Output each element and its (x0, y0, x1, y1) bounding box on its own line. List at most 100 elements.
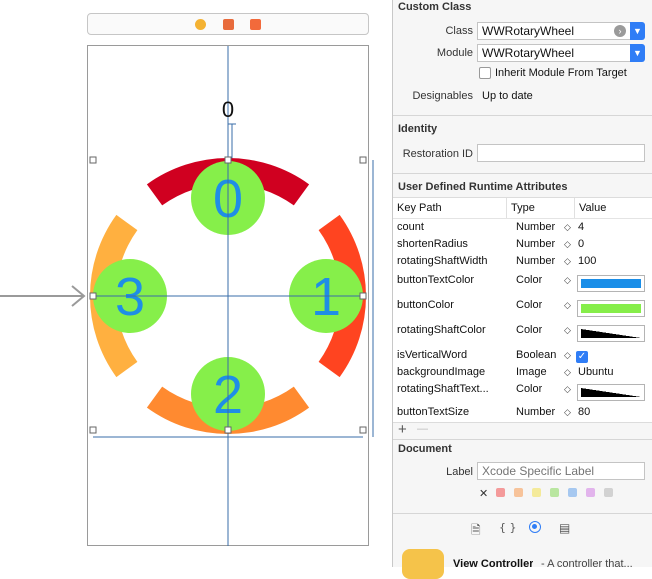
color-well[interactable] (577, 384, 645, 401)
resize-handle[interactable] (89, 292, 97, 300)
type-stepper-icon[interactable]: ◇ (564, 275, 571, 286)
label-color-swatch[interactable] (496, 488, 505, 497)
class-field[interactable]: WWRotaryWheel (477, 22, 631, 40)
table-row[interactable]: rotatingShaftWidth Number ◇ 100 (393, 255, 652, 272)
resize-handle[interactable] (359, 156, 367, 164)
wheel-button-label: 3 (115, 267, 145, 327)
value-cell[interactable]: 80 (578, 406, 590, 418)
type-cell[interactable]: Boolean (516, 349, 556, 361)
type-cell[interactable]: Color (516, 383, 542, 395)
type-cell[interactable]: Number (516, 221, 555, 233)
class-label: Class (445, 25, 473, 37)
type-cell[interactable]: Image (516, 366, 547, 378)
resize-handle[interactable] (224, 426, 232, 434)
table-row[interactable]: rotatingShaftColor Color ◇ (393, 322, 652, 346)
class-dropdown-button[interactable]: ▼ (630, 22, 645, 40)
document-title: Document (398, 443, 452, 455)
type-stepper-icon[interactable]: ◇ (564, 325, 571, 336)
table-row[interactable]: count Number ◇ 4 (393, 221, 652, 238)
label-color-swatch[interactable] (586, 488, 595, 497)
storyboard-canvas[interactable]: 0 0123 (0, 0, 392, 567)
value-cell[interactable]: 0 (578, 238, 584, 250)
section-separator (393, 115, 652, 116)
module-field[interactable]: WWRotaryWheel (477, 44, 631, 62)
color-swatch-fill (581, 388, 641, 397)
key-path-cell[interactable]: isVerticalWord (397, 349, 467, 361)
color-swatch-fill (581, 279, 641, 288)
remove-color-label-icon[interactable]: ✕ (479, 487, 488, 500)
type-cell[interactable]: Number (516, 255, 555, 267)
resize-handle[interactable] (359, 292, 367, 300)
key-path-cell[interactable]: count (397, 221, 424, 233)
runtime-attributes-table: Key Path Type Value count Number ◇ 4 sho… (393, 197, 652, 423)
library-icon[interactable]: ▤ (559, 521, 570, 535)
add-attribute-button[interactable]: + (398, 421, 407, 438)
identity-icon[interactable] (529, 521, 541, 533)
remove-attribute-button[interactable]: — (417, 423, 428, 435)
type-stepper-icon[interactable]: ◇ (564, 222, 571, 233)
key-path-cell[interactable]: buttonTextColor (397, 274, 474, 286)
module-dropdown-button[interactable]: ▼ (630, 44, 645, 62)
color-well[interactable] (577, 300, 645, 317)
type-stepper-icon[interactable]: ◇ (564, 256, 571, 267)
designables-value: Up to date (482, 90, 533, 102)
label-color-swatch[interactable] (568, 488, 577, 497)
resize-handle[interactable] (359, 426, 367, 434)
color-swatch-fill (581, 304, 641, 313)
value-cell[interactable]: Ubuntu (578, 366, 613, 378)
type-stepper-icon[interactable]: ◇ (564, 407, 571, 418)
top-label: 0 (222, 97, 234, 122)
key-path-cell[interactable]: shortenRadius (397, 238, 468, 250)
type-stepper-icon[interactable]: ◇ (564, 350, 571, 361)
header-value[interactable]: Value (579, 202, 606, 214)
table-row[interactable]: shortenRadius Number ◇ 0 (393, 238, 652, 255)
type-stepper-icon[interactable]: ◇ (564, 384, 571, 395)
doc-label-field[interactable] (477, 462, 645, 480)
color-well[interactable] (577, 275, 645, 292)
type-stepper-icon[interactable]: ◇ (564, 239, 571, 250)
value-cell[interactable]: 100 (578, 255, 596, 267)
key-path-cell[interactable]: backgroundImage (397, 366, 485, 378)
key-path-cell[interactable]: rotatingShaftColor (397, 324, 486, 336)
type-cell[interactable]: Number (516, 238, 555, 250)
table-row[interactable]: buttonTextColor Color ◇ (393, 272, 652, 296)
type-cell[interactable]: Color (516, 274, 542, 286)
library-item-view-controller[interactable]: View Controller - A controller that... (393, 541, 652, 579)
table-row[interactable]: rotatingShaftText... Color ◇ (393, 381, 652, 405)
type-cell[interactable]: Number (516, 406, 555, 418)
key-path-cell[interactable]: rotatingShaftWidth (397, 255, 488, 267)
table-row[interactable]: isVerticalWord Boolean ◇ ✓ (393, 349, 652, 366)
doc-label-label: Label (446, 466, 473, 478)
identity-title: Identity (398, 123, 438, 135)
restoration-id-field[interactable] (477, 144, 645, 162)
runtime-attributes-title: User Defined Runtime Attributes (398, 181, 568, 193)
header-type[interactable]: Type (511, 202, 535, 214)
resize-handle[interactable] (89, 156, 97, 164)
resize-handle[interactable] (89, 426, 97, 434)
type-stepper-icon[interactable]: ◇ (564, 367, 571, 378)
key-path-cell[interactable]: rotatingShaftText... (397, 383, 503, 395)
key-path-cell[interactable]: buttonColor (397, 299, 454, 311)
label-color-swatch[interactable] (532, 488, 541, 497)
table-row[interactable]: buttonTextSize Number ◇ 80 (393, 406, 652, 423)
type-cell[interactable]: Color (516, 299, 542, 311)
key-path-cell[interactable]: buttonTextSize (397, 406, 469, 418)
file-icon[interactable]: 🗎 (471, 521, 481, 542)
braces-icon[interactable]: { } (499, 521, 517, 534)
header-key-path[interactable]: Key Path (397, 202, 442, 214)
rotary-wheel-view[interactable]: 0 0123 (0, 0, 392, 567)
identity-icon-dot (532, 524, 537, 529)
label-color-swatch[interactable] (550, 488, 559, 497)
label-color-swatch[interactable] (514, 488, 523, 497)
label-color-swatch[interactable] (604, 488, 613, 497)
inherit-module-label: Inherit Module From Target (495, 67, 627, 79)
type-cell[interactable]: Color (516, 324, 542, 336)
value-checkbox[interactable]: ✓ (576, 351, 588, 363)
color-well[interactable] (577, 325, 645, 342)
inherit-module-checkbox[interactable] (479, 67, 491, 79)
value-cell[interactable]: 4 (578, 221, 584, 233)
resize-handle[interactable] (224, 156, 232, 164)
table-row[interactable]: buttonColor Color ◇ (393, 297, 652, 321)
arrow-right-icon[interactable]: › (614, 25, 626, 37)
type-stepper-icon[interactable]: ◇ (564, 300, 571, 311)
